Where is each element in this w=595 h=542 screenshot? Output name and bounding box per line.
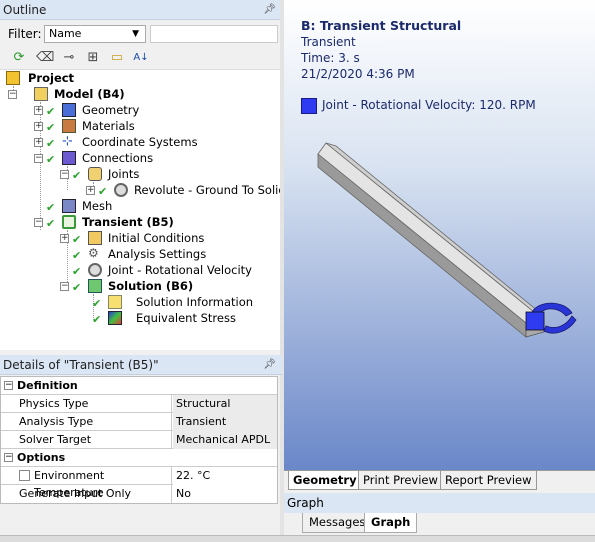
filter-dropdown-value: Name xyxy=(49,27,82,40)
tab-graph[interactable]: Graph xyxy=(364,513,418,533)
expand-icon[interactable]: + xyxy=(34,106,43,115)
check-icon: ✔ xyxy=(72,233,82,246)
expand-icon[interactable]: + xyxy=(34,138,43,147)
transient-icon xyxy=(62,215,76,229)
pin-icon[interactable]: 📌︎ xyxy=(263,355,276,375)
details-title: Details of "Transient (B5)" xyxy=(3,358,159,372)
joint-load-icon xyxy=(88,263,102,277)
graphics-viewport[interactable]: B: Transient Structural Transient Time: … xyxy=(284,0,595,470)
details-value: Structural xyxy=(173,395,277,413)
details-value[interactable]: No xyxy=(173,485,277,503)
check-icon: ✔ xyxy=(46,105,56,118)
chevron-down-icon: ▼ xyxy=(132,29,139,39)
details-key: Environment Temperature xyxy=(17,467,172,499)
check-icon: ✔ xyxy=(46,121,56,134)
check-icon: ✔ xyxy=(46,217,56,230)
mesh-icon xyxy=(62,199,76,213)
check-icon: ✔ xyxy=(72,265,82,278)
check-icon: ✔ xyxy=(46,153,56,166)
sort-alpha-icon[interactable]: A↓ xyxy=(132,49,150,67)
outline-panel-header: Outline 📌︎ xyxy=(0,0,282,20)
bottom-tab-strip: Messages Graph xyxy=(284,513,595,535)
viewport-tab-strip: Geometry Print Preview Report Preview xyxy=(284,470,595,490)
details-key: Solver Target xyxy=(17,431,172,449)
info-icon xyxy=(108,295,122,309)
details-row[interactable]: Generate Input Only No xyxy=(1,485,277,503)
details-value: Transient xyxy=(173,413,277,431)
details-row[interactable]: Environment Temperature 22. °C xyxy=(1,467,277,499)
project-icon xyxy=(6,71,20,85)
filter-input[interactable] xyxy=(150,25,278,43)
details-key: Analysis Type xyxy=(17,413,172,431)
details-key: Generate Input Only xyxy=(17,485,172,503)
tab-messages[interactable]: Messages xyxy=(302,513,373,533)
collapse-icon[interactable]: − xyxy=(34,154,43,163)
details-section-options[interactable]: − Options xyxy=(1,449,277,467)
graph-panel-header: Graph xyxy=(284,493,595,513)
joints-icon xyxy=(88,167,102,181)
solution-icon xyxy=(88,279,102,293)
tab-geometry[interactable]: Geometry xyxy=(288,471,362,490)
details-value: Mechanical APDL xyxy=(173,431,277,449)
check-icon: ✔ xyxy=(92,297,102,310)
settings-icon: ⚙ xyxy=(88,246,99,260)
geometry-icon xyxy=(62,103,76,117)
outline-title: Outline xyxy=(3,3,47,17)
model-icon xyxy=(34,87,48,101)
check-icon: ✔ xyxy=(46,137,56,150)
details-key: Physics Type xyxy=(17,395,172,413)
check-icon: ✔ xyxy=(46,201,56,214)
status-strip xyxy=(0,535,595,542)
details-panel-header: Details of "Transient (B5)" 📌︎ xyxy=(0,355,282,375)
check-icon: ✔ xyxy=(72,169,82,182)
check-icon: ✔ xyxy=(72,249,82,262)
outline-tree: Project − Model (B4) + ✔ Geometry + ✔ Ma… xyxy=(0,70,286,350)
expand-icon[interactable]: + xyxy=(60,234,69,243)
tab-print-preview[interactable]: Print Preview xyxy=(358,471,443,490)
details-row[interactable]: Physics Type Structural xyxy=(1,395,277,413)
pin-icon[interactable]: 📌︎ xyxy=(263,0,276,20)
details-row[interactable]: Solver Target Mechanical APDL xyxy=(1,431,277,449)
collapse-icon[interactable]: − xyxy=(4,453,13,462)
check-icon: ✔ xyxy=(72,281,82,294)
revolute-icon xyxy=(114,183,128,197)
collapse-icon[interactable]: − xyxy=(60,170,69,179)
expand-icon[interactable]: + xyxy=(86,186,95,195)
model-beam xyxy=(317,142,577,338)
tab-report-preview[interactable]: Report Preview xyxy=(440,471,537,490)
refresh-icon[interactable]: ⟳ xyxy=(10,49,28,67)
collapse-icon[interactable]: − xyxy=(60,282,69,291)
details-value[interactable]: 22. °C xyxy=(173,467,277,485)
details-row[interactable]: Analysis Type Transient xyxy=(1,413,277,431)
axes-icon: ⊹ xyxy=(62,134,73,149)
initial-conditions-icon xyxy=(88,231,102,245)
stress-icon xyxy=(108,311,122,325)
details-section-definition[interactable]: − Definition xyxy=(1,377,277,395)
collapse-icon[interactable]: − xyxy=(8,90,17,99)
filter-dropdown[interactable]: Name ▼ xyxy=(44,25,146,43)
filter-label: Filter: xyxy=(8,27,42,41)
folder-icon[interactable]: ▭ xyxy=(108,49,126,67)
graph-title: Graph xyxy=(287,496,324,510)
outline-toolbar: ⟳ ⌫ ⊸ ⊞ ▭ A↓ xyxy=(0,46,282,70)
expand-all-icon[interactable]: ⊞ xyxy=(84,49,102,67)
expand-icon[interactable]: + xyxy=(34,122,43,131)
collapse-icon[interactable]: − xyxy=(4,381,13,390)
eraser-icon[interactable]: ⌫ xyxy=(36,49,54,67)
connect-icon[interactable]: ⊸ xyxy=(60,49,78,67)
connections-icon xyxy=(62,151,76,165)
check-icon: ✔ xyxy=(92,313,102,326)
collapse-icon[interactable]: − xyxy=(34,218,43,227)
details-grid: − Definition Physics Type Structural Ana… xyxy=(0,376,278,504)
filter-row: Filter: Name ▼ xyxy=(0,22,282,46)
materials-icon xyxy=(62,119,76,133)
